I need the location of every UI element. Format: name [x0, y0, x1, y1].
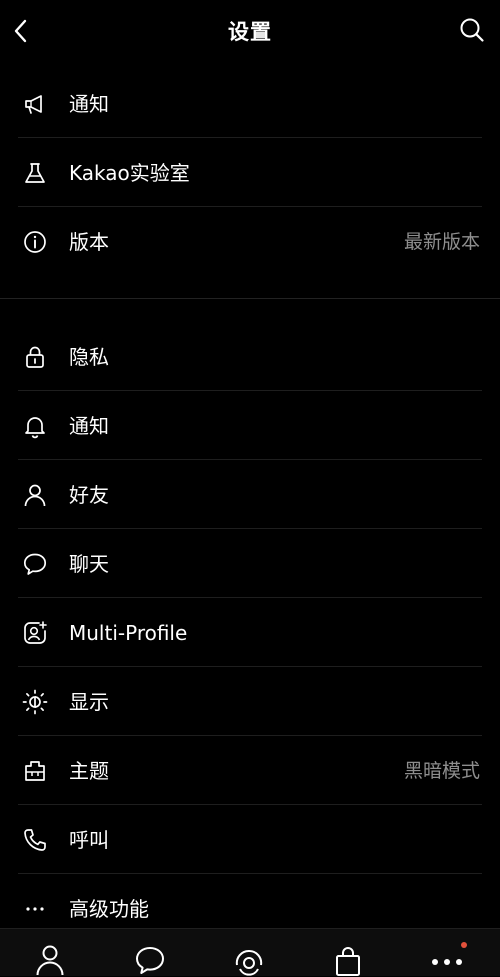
settings-row-version[interactable]: 版本 最新版本: [0, 207, 500, 276]
theme-icon: [22, 758, 48, 784]
settings-row-label: 显示: [69, 690, 109, 714]
settings-row-label: 版本: [69, 230, 109, 254]
settings-row-display[interactable]: 显示: [0, 667, 500, 736]
settings-row-label: 聊天: [69, 552, 109, 576]
settings-row-chats[interactable]: 聊天: [0, 529, 500, 598]
chat-bubble-icon: [136, 947, 164, 974]
tab-view[interactable]: [232, 943, 266, 977]
settings-row-theme[interactable]: 主题 黑暗模式: [0, 736, 500, 805]
info-icon: [22, 229, 48, 255]
version-status-value: 最新版本: [403, 231, 480, 253]
more-dots-icon: [432, 959, 462, 965]
eye-view-icon: [235, 949, 263, 976]
new-badge-dot: [461, 942, 467, 948]
settings-row-label: 通知: [69, 92, 109, 116]
settings-row-privacy[interactable]: 隐私: [0, 322, 500, 391]
settings-row-label: Multi-Profile: [69, 621, 188, 645]
brightness-icon: [22, 689, 48, 715]
settings-row-label: 好友: [69, 483, 109, 507]
tab-shopping[interactable]: [331, 943, 365, 977]
flask-icon: [22, 160, 48, 186]
lock-icon: [22, 344, 48, 370]
settings-row-call[interactable]: 呼叫: [0, 805, 500, 874]
settings-row-friends[interactable]: 好友: [0, 460, 500, 529]
settings-row-label: 高级功能: [69, 897, 149, 921]
person-icon: [22, 482, 48, 508]
search-icon: [460, 18, 484, 42]
person-icon: [36, 945, 64, 976]
phone-icon: [22, 827, 48, 853]
shopping-bag-icon: [336, 947, 360, 976]
search-button[interactable]: [458, 16, 486, 44]
settings-row-notifications[interactable]: 通知: [0, 391, 500, 460]
tab-friends[interactable]: [33, 943, 67, 977]
section-divider: [0, 298, 500, 299]
page-title: 设置: [228, 20, 272, 44]
bottom-tab-bar: [0, 928, 500, 976]
settings-row-label: Kakao实验室: [69, 161, 190, 185]
settings-row-multi-profile[interactable]: Multi-Profile: [0, 598, 500, 667]
settings-row-kakao-lab[interactable]: Kakao实验室: [0, 138, 500, 207]
theme-mode-value: 黑暗模式: [403, 760, 480, 782]
settings-row-notice[interactable]: 通知: [0, 69, 500, 138]
settings-row-label: 通知: [69, 414, 109, 438]
megaphone-icon: [22, 91, 48, 117]
tab-chats[interactable]: [133, 943, 167, 977]
more-dots-icon: [22, 896, 48, 922]
tab-more[interactable]: [430, 942, 467, 977]
bell-icon: [22, 413, 48, 439]
top-bar: 设置: [0, 0, 500, 62]
settings-row-label: 隐私: [69, 345, 109, 369]
chat-bubble-icon: [22, 551, 48, 577]
settings-row-label: 主题: [69, 759, 109, 783]
multi-profile-icon: [22, 620, 48, 646]
settings-row-label: 呼叫: [69, 828, 109, 852]
